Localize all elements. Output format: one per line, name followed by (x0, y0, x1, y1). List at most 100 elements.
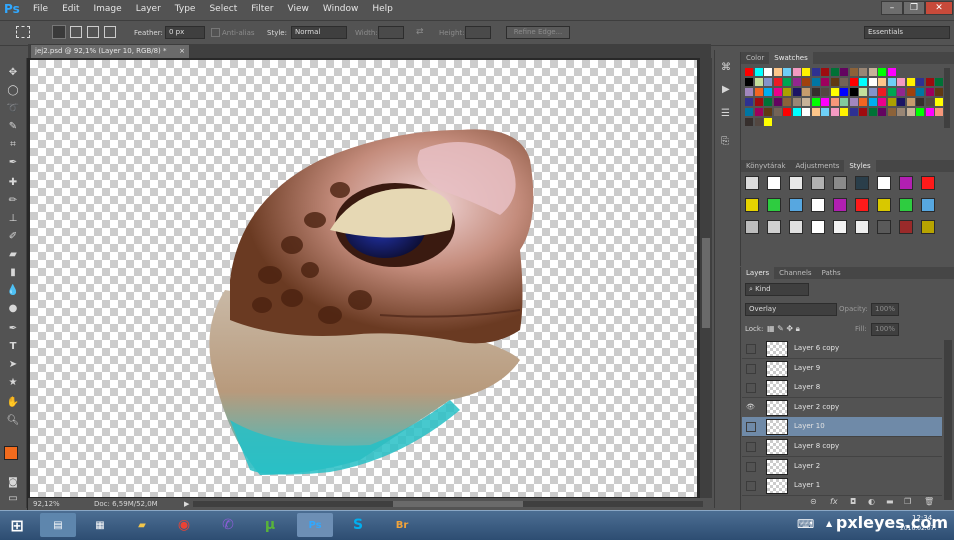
document-tab[interactable]: jej2.psd @ 92,1% (Layer 10, RGB/8) * × (30, 44, 190, 59)
swatch[interactable] (878, 108, 886, 116)
swatch[interactable] (849, 108, 858, 116)
properties-panel-icon[interactable]: ☰ (721, 108, 730, 119)
menu-view[interactable]: View (288, 4, 309, 14)
swatch[interactable] (773, 108, 782, 116)
swatch[interactable] (821, 108, 829, 116)
tab-adjustments[interactable]: Adjustments (791, 160, 845, 172)
menu-image[interactable]: Image (94, 4, 122, 14)
layer-row[interactable]: Layer 2 (742, 456, 942, 477)
quick-mask-icon[interactable]: ◙ (6, 476, 20, 489)
swatch[interactable] (887, 88, 896, 96)
swatch[interactable] (783, 68, 791, 76)
subtract-selection-icon[interactable] (87, 26, 99, 38)
swatch[interactable] (925, 98, 934, 106)
style-swatch[interactable] (921, 220, 935, 234)
swatch[interactable] (811, 68, 820, 76)
swatch[interactable] (935, 78, 943, 86)
swatch[interactable] (916, 108, 924, 116)
keyboard-icon[interactable]: ⌨ (797, 517, 814, 531)
style-swatch[interactable] (921, 198, 935, 212)
quick-selection-icon[interactable]: ✎ (6, 120, 20, 133)
swatch[interactable] (906, 108, 915, 116)
taskbar-app-bridge[interactable]: Br (384, 513, 420, 537)
fx-icon[interactable]: fx (830, 497, 838, 506)
swatch[interactable] (783, 98, 791, 106)
swatch[interactable] (897, 108, 905, 116)
swatch[interactable] (792, 98, 801, 106)
close-tab-icon[interactable]: × (179, 45, 185, 58)
menu-layer[interactable]: Layer (136, 4, 161, 14)
swatch[interactable] (935, 108, 943, 116)
lasso-icon[interactable]: ➰ (6, 102, 20, 115)
swatch[interactable] (764, 68, 772, 76)
swatch[interactable] (840, 88, 848, 96)
style-swatch[interactable] (767, 220, 781, 234)
tab-styles[interactable]: Styles (844, 160, 876, 172)
swatch[interactable] (840, 108, 848, 116)
taskbar-app-file-explorer[interactable]: ▤ (40, 513, 76, 537)
document-canvas[interactable] (30, 60, 697, 497)
shape-icon[interactable]: ★ (6, 376, 20, 389)
refine-edge-button[interactable]: Refine Edge... (506, 26, 570, 39)
menu-filter[interactable]: Filter (251, 4, 273, 14)
swatch[interactable] (783, 88, 791, 96)
visibility-toggle[interactable] (746, 442, 756, 452)
swatch[interactable] (887, 68, 896, 76)
layer-name[interactable]: Layer 8 copy (794, 437, 839, 456)
swatch[interactable] (840, 78, 848, 86)
menu-edit[interactable]: Edit (62, 4, 79, 14)
swatch[interactable] (849, 88, 858, 96)
layer-name[interactable]: Layer 9 (794, 359, 820, 378)
swatch[interactable] (849, 78, 858, 86)
swatch[interactable] (887, 98, 896, 106)
swatch[interactable] (773, 78, 782, 86)
swatch[interactable] (935, 88, 943, 96)
style-swatch[interactable] (899, 220, 913, 234)
swatch[interactable] (764, 98, 772, 106)
style-swatch[interactable] (745, 220, 759, 234)
swatch[interactable] (878, 88, 886, 96)
swatch[interactable] (802, 88, 810, 96)
swatch[interactable] (783, 108, 791, 116)
taskbar-app-skype[interactable]: S (340, 513, 376, 537)
healing-brush-icon[interactable]: ✚ (6, 176, 20, 189)
style-swatch[interactable] (899, 176, 913, 190)
swatch[interactable] (849, 98, 858, 106)
swatch[interactable] (925, 108, 934, 116)
style-swatch[interactable] (745, 198, 759, 212)
swatch[interactable] (925, 78, 934, 86)
layer-name[interactable]: Layer 2 (794, 457, 820, 476)
swatch[interactable] (906, 78, 915, 86)
menu-window[interactable]: Window (323, 4, 359, 14)
swatch[interactable] (830, 78, 839, 86)
layer-row[interactable]: Layer 9 (742, 358, 942, 379)
style-swatch[interactable] (767, 176, 781, 190)
swatch[interactable] (830, 68, 839, 76)
visibility-toggle[interactable] (746, 363, 756, 374)
opacity-input[interactable]: 100% (871, 303, 899, 316)
layer-row[interactable]: 👁︎ Layer 2 copy (742, 397, 942, 418)
brush-icon[interactable]: ✏ (6, 194, 20, 207)
layer-name[interactable]: Layer 6 copy (794, 339, 839, 358)
lock-pixels-icon[interactable]: ▦ ✎ ✥ 🔒︎ (767, 324, 800, 334)
menu-type[interactable]: Type (175, 4, 196, 14)
hand-icon[interactable]: ✋ (6, 396, 20, 409)
horizontal-scroll-thumb[interactable] (393, 501, 523, 507)
swatch[interactable] (859, 78, 867, 86)
swatch[interactable] (878, 68, 886, 76)
add-selection-icon[interactable] (70, 26, 82, 38)
swatch[interactable] (754, 68, 763, 76)
taskbar-app-folder[interactable]: ▰ (124, 513, 160, 537)
tab-channels[interactable]: Channels (774, 267, 816, 279)
style-swatch[interactable] (833, 198, 847, 212)
swatch[interactable] (868, 78, 877, 86)
style-swatch[interactable] (855, 176, 869, 190)
style-swatch[interactable] (855, 198, 869, 212)
crop-icon[interactable]: ⌗ (6, 138, 20, 151)
swatch[interactable] (745, 88, 753, 96)
swatch[interactable] (802, 98, 810, 106)
style-swatch[interactable] (789, 220, 803, 234)
tab-libraries[interactable]: Könyvtárak (741, 160, 791, 172)
layers-scrollbar[interactable] (944, 340, 952, 500)
trash-icon[interactable]: 🗑︎ (924, 497, 934, 506)
